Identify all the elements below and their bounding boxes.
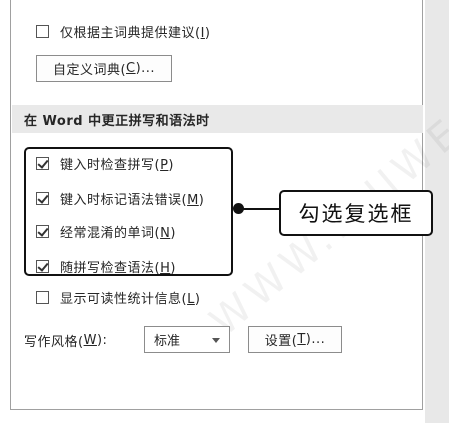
grammar-section-header: 在 Word 中更正拼写和语法时 xyxy=(12,105,423,133)
readability-statistics-option[interactable]: 显示可读性统计信息(L) xyxy=(36,288,200,307)
writing-style-label: 写作风格(W): xyxy=(24,333,108,350)
dropdown-arrow-icon xyxy=(212,338,220,343)
writing-style-value: 标准 xyxy=(154,334,181,349)
section-title: 在 Word 中更正拼写和语法时 xyxy=(24,113,210,129)
readability-statistics-label: 显示可读性统计信息(L) xyxy=(60,292,201,307)
main-dictionary-only-label: 仅根据主词典提供建议(I) xyxy=(60,26,211,41)
callout-connector xyxy=(238,208,280,210)
checkbox-highlight-frame xyxy=(24,147,233,276)
custom-dictionaries-button[interactable]: 自定义词典(C)... xyxy=(36,55,172,82)
callout-box: 勾选复选框 xyxy=(279,190,433,236)
readability-statistics-checkbox[interactable] xyxy=(36,291,49,304)
callout-text: 勾选复选框 xyxy=(298,202,414,226)
writing-style-select[interactable]: 标准 xyxy=(144,326,230,353)
settings-button[interactable]: 设置(T)... xyxy=(248,326,342,353)
main-dictionary-only-checkbox[interactable] xyxy=(36,25,49,38)
main-dictionary-only-option[interactable]: 仅根据主词典提供建议(I) xyxy=(36,22,211,41)
